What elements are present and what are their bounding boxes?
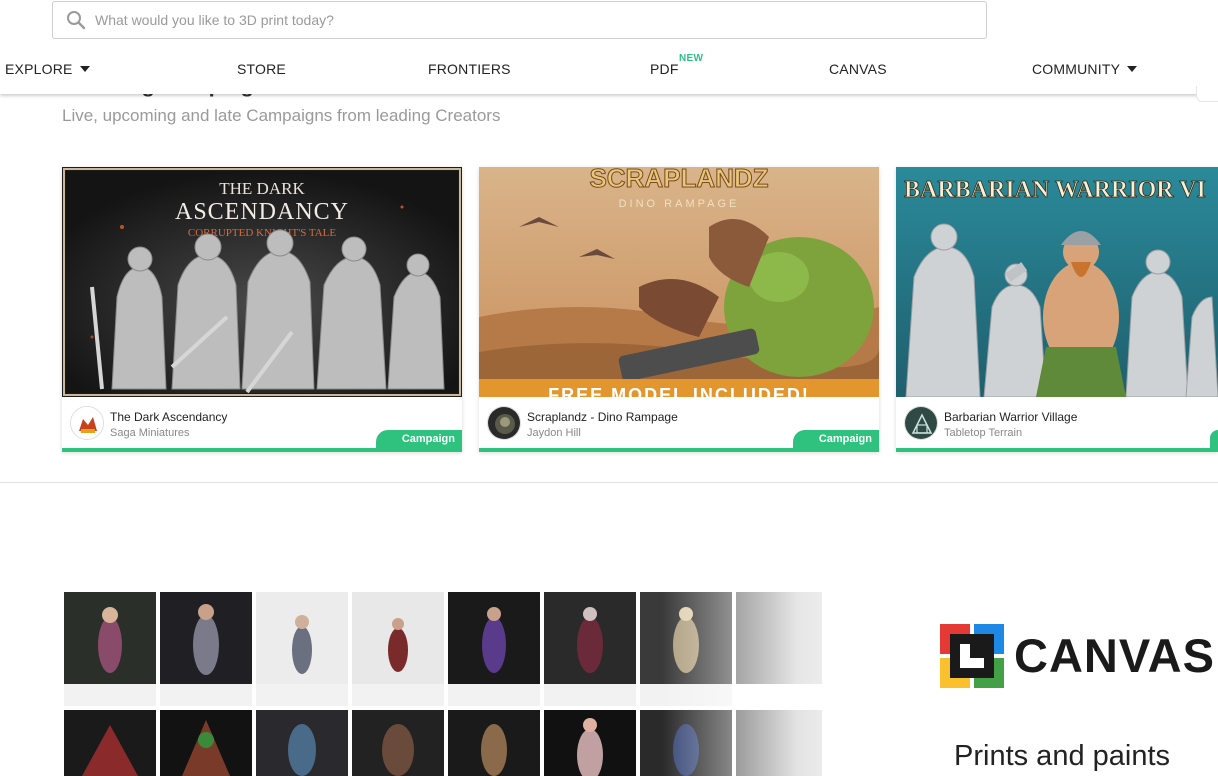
banner-line-1: SCRAPLANDZ bbox=[589, 167, 768, 193]
section-divider bbox=[0, 482, 1218, 483]
section-subtitle: Live, upcoming and late Campaigns from l… bbox=[62, 106, 501, 125]
campaign-card-footer: Scraplandz - Dino Rampage Jaydon Hill Ca… bbox=[479, 397, 879, 448]
banner-line-1: BARBARIAN WARRIOR VI bbox=[904, 177, 1206, 203]
nav-frontiers[interactable]: FRONTIERS bbox=[428, 56, 511, 82]
canvas-brand: CANVAS bbox=[1014, 629, 1215, 682]
creator-avatar[interactable] bbox=[70, 406, 104, 440]
side-tab[interactable] bbox=[1196, 86, 1218, 102]
campaign-image[interactable]: THE DARK ASCENDANCY CORRUPTED KNIGHT'S T… bbox=[62, 167, 462, 397]
campaign-title[interactable]: Scraplandz - Dino Rampage bbox=[527, 410, 678, 424]
canvas-banner[interactable]: CANVAS Prints and paints bbox=[62, 590, 1218, 776]
top-bar: EXPLORE STORE FRONTIERS PDF NEW CANVAS C… bbox=[0, 0, 1218, 94]
campaign-image[interactable]: SCRAPLANDZ DINO RAMPAGE FREE MODEL INCLU… bbox=[479, 167, 879, 397]
campaign-image[interactable]: BARBARIAN WARRIOR VI bbox=[896, 167, 1218, 397]
nav-canvas[interactable]: CANVAS bbox=[829, 56, 887, 82]
campaign-card-footer: Barbarian Warrior Village Tabletop Terra… bbox=[896, 397, 1218, 448]
chevron-down-icon bbox=[79, 66, 90, 73]
campaign-badge bbox=[1210, 430, 1218, 448]
nav-store[interactable]: STORE bbox=[237, 56, 286, 82]
banner-line-1: THE DARK bbox=[219, 179, 305, 198]
main-nav: EXPLORE STORE FRONTIERS PDF NEW CANVAS C… bbox=[0, 53, 1218, 82]
campaign-title[interactable]: The Dark Ascendancy bbox=[110, 410, 227, 424]
campaign-badge: Campaign bbox=[793, 430, 879, 448]
campaign-title[interactable]: Barbarian Warrior Village bbox=[944, 410, 1077, 424]
search-box[interactable] bbox=[52, 1, 987, 39]
chevron-down-icon bbox=[1127, 66, 1138, 73]
campaign-card-footer: The Dark Ascendancy Saga Miniatures Camp… bbox=[62, 397, 462, 448]
campaign-card-dark-ascendancy[interactable]: THE DARK ASCENDANCY CORRUPTED KNIGHT'S T… bbox=[62, 167, 462, 452]
gallery-fade bbox=[662, 590, 962, 776]
nav-explore-label: EXPLORE bbox=[5, 61, 73, 77]
campaign-creator[interactable]: Jaydon Hill bbox=[527, 427, 581, 439]
campaign-card-barbarian-village[interactable]: BARBARIAN WARRIOR VI Barbarian Warrior V… bbox=[896, 167, 1218, 452]
banner-line-3: FREE MODEL INCLUDED! bbox=[548, 385, 810, 397]
search-input[interactable] bbox=[95, 7, 975, 33]
nav-pdf[interactable]: PDF NEW bbox=[650, 53, 703, 82]
banner-line-2: DINO RAMPAGE bbox=[619, 198, 740, 210]
canvas-tagline: Prints and paints bbox=[954, 740, 1171, 772]
nav-community[interactable]: COMMUNITY bbox=[1032, 56, 1138, 82]
campaign-creator[interactable]: Saga Miniatures bbox=[110, 427, 190, 439]
search-icon bbox=[67, 11, 86, 30]
creator-avatar[interactable] bbox=[904, 406, 938, 440]
nav-explore[interactable]: EXPLORE bbox=[5, 56, 90, 82]
new-badge: NEW bbox=[679, 53, 704, 64]
campaign-card-scraplandz[interactable]: SCRAPLANDZ DINO RAMPAGE FREE MODEL INCLU… bbox=[479, 167, 879, 452]
campaign-creator[interactable]: Tabletop Terrain bbox=[944, 427, 1022, 439]
creator-avatar[interactable] bbox=[487, 406, 521, 440]
campaign-badge: Campaign bbox=[376, 430, 462, 448]
banner-line-2: ASCENDANCY bbox=[175, 199, 349, 225]
canvas-logo-icon bbox=[940, 624, 1004, 688]
nav-community-label: COMMUNITY bbox=[1032, 61, 1121, 77]
nav-pdf-label: PDF bbox=[650, 61, 679, 77]
